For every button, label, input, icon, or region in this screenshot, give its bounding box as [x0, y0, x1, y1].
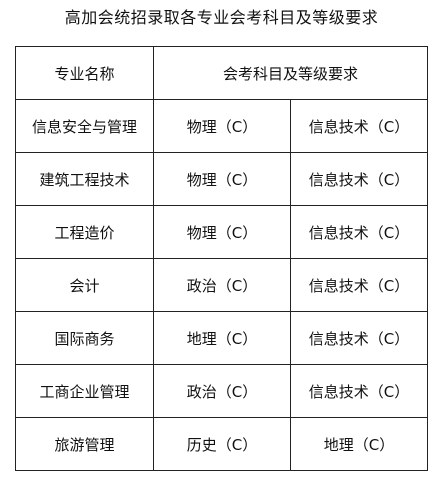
requirement-cell: 历史（C）	[153, 417, 291, 471]
requirement-cell: 地理（C）	[289, 417, 429, 471]
header-major-name: 专业名称	[15, 46, 154, 100]
major-cell: 建筑工程技术	[15, 152, 154, 206]
table-row: 国际商务 地理（C） 信息技术（C）	[15, 311, 429, 365]
major-cell: 工商企业管理	[15, 364, 154, 418]
major-cell: 旅游管理	[15, 417, 154, 471]
table-row: 会计 政治（C） 信息技术（C）	[15, 258, 429, 312]
requirement-cell: 政治（C）	[153, 258, 291, 312]
requirement-cell: 信息技术（C）	[289, 99, 429, 153]
table-row: 建筑工程技术 物理（C） 信息技术（C）	[15, 152, 429, 206]
major-cell: 国际商务	[15, 311, 154, 365]
requirement-cell: 物理（C）	[153, 152, 291, 206]
table-row: 工程造价 物理（C） 信息技术（C）	[15, 205, 429, 259]
page-title: 高加会统招录取各专业会考科目及等级要求	[64, 8, 379, 27]
major-cell: 会计	[15, 258, 154, 312]
requirements-table: 专业名称 会考科目及等级要求 信息安全与管理 物理（C） 信息技术（C） 建筑工…	[15, 46, 429, 471]
major-cell: 信息安全与管理	[15, 99, 154, 153]
requirement-cell: 物理（C）	[153, 99, 291, 153]
requirement-cell: 地理（C）	[153, 311, 291, 365]
requirement-cell: 物理（C）	[153, 205, 291, 259]
requirement-cell: 信息技术（C）	[289, 205, 429, 259]
major-cell: 工程造价	[15, 205, 154, 259]
requirement-cell: 信息技术（C）	[289, 258, 429, 312]
requirement-cell: 信息技术（C）	[289, 311, 429, 365]
table-row: 工商企业管理 政治（C） 信息技术（C）	[15, 364, 429, 418]
table-row: 旅游管理 历史（C） 地理（C）	[15, 417, 429, 471]
requirement-cell: 信息技术（C）	[289, 152, 429, 206]
table-row: 信息安全与管理 物理（C） 信息技术（C）	[15, 99, 429, 153]
requirement-cell: 信息技术（C）	[289, 364, 429, 418]
header-exam-requirements: 会考科目及等级要求	[152, 46, 429, 100]
table-header-row: 专业名称 会考科目及等级要求	[15, 46, 429, 100]
requirement-cell: 政治（C）	[153, 364, 291, 418]
